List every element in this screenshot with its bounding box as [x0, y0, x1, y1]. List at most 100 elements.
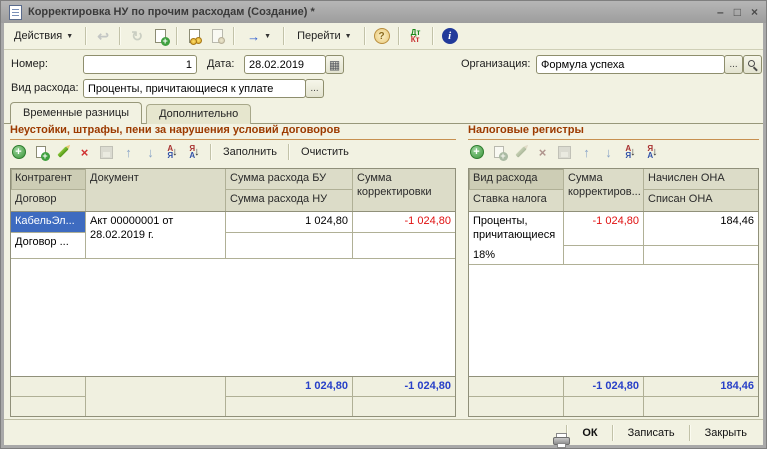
number-input[interactable] — [83, 55, 197, 74]
cell-sum-nu[interactable] — [226, 233, 353, 258]
ok-button[interactable]: ОК — [572, 423, 607, 443]
bottom-button-bar: ОК Записать Закрыть — [4, 419, 763, 448]
print-button[interactable] — [542, 429, 571, 448]
help-button[interactable]: ? — [372, 26, 392, 46]
organization-input[interactable] — [536, 55, 725, 74]
chevron-down-icon: ▼ — [66, 32, 74, 40]
unpost-icon — [211, 29, 225, 44]
date-calendar-button[interactable]: ▦ — [325, 55, 344, 74]
column-header-ona-written-off[interactable]: Списан ОНА — [644, 190, 758, 211]
unpost-document-button — [207, 26, 227, 46]
column-header-sum-correction[interactable]: Сумма корректиров... — [564, 169, 644, 211]
sort-asc-button[interactable]: АЯ ↓ — [164, 144, 181, 161]
pencil-icon — [514, 146, 527, 158]
organization-select-button[interactable]: ... — [724, 55, 743, 74]
column-header-tax-rate[interactable]: Ставка налога — [469, 190, 564, 211]
add-icon: + — [11, 145, 26, 159]
refresh-icon: ↻ — [131, 27, 143, 44]
save-button[interactable]: Записать — [618, 423, 685, 443]
total-sum-correction: -1 024,80 — [353, 377, 455, 397]
column-header-dogovor[interactable]: Договор — [11, 190, 86, 211]
copy-row-button: + — [490, 144, 508, 161]
column-header-sum-bu[interactable]: Сумма расхода БУ — [226, 169, 353, 190]
date-input[interactable] — [244, 55, 326, 74]
cell-dogovor[interactable]: Договор ... — [11, 233, 86, 258]
document-icon — [9, 4, 22, 20]
help-icon: ? — [373, 28, 390, 44]
toolbar-separator — [85, 27, 88, 45]
expense-kind-input[interactable] — [83, 79, 306, 98]
total-sum-bu: 1 024,80 — [226, 377, 353, 397]
description-button[interactable]: i — [440, 26, 460, 46]
expense-kind-label: Вид расхода: — [11, 82, 79, 94]
post-icon — [188, 29, 202, 45]
output-button[interactable]: → ▼ — [241, 26, 277, 47]
sort-asc-button[interactable]: АЯ ↓ — [622, 144, 639, 161]
arrow-down-icon: ↓ — [605, 144, 612, 160]
edit-row-button — [512, 144, 529, 161]
organization-open-button[interactable] — [743, 55, 762, 74]
tab-temporary-differences[interactable]: Временные разницы — [10, 102, 143, 124]
sort-desc-button[interactable]: ЯА ↓ — [644, 144, 661, 161]
move-up-button[interactable]: ↑ — [578, 144, 595, 161]
clear-button[interactable]: Очистить — [297, 144, 353, 160]
arrow-up-icon: ↑ — [125, 144, 132, 160]
chevron-down-icon: ▼ — [264, 32, 272, 40]
sort-desc-button[interactable]: ЯА ↓ — [186, 144, 203, 161]
close-form-button[interactable]: Закрыть — [695, 423, 757, 443]
arrow-up-icon: ↑ — [583, 144, 590, 160]
post-document-button[interactable] — [184, 26, 204, 46]
edit-row-button[interactable] — [54, 144, 71, 161]
cell-tax-rate[interactable]: 18% — [469, 246, 564, 264]
cell-sum-correction[interactable]: -1 024,80 — [564, 212, 644, 246]
fill-button[interactable]: Заполнить — [219, 144, 281, 160]
cell-expense-kind[interactable]: Проценты, причитающиеся ... — [469, 212, 564, 246]
cell-sum-bu[interactable]: 1 024,80 — [226, 212, 353, 233]
cell-document[interactable]: Акт 00000001 от 28.02.2019 г. — [86, 212, 226, 258]
actions-menu-button[interactable]: Действия ▼ — [8, 26, 79, 47]
toolbar-separator — [363, 27, 366, 45]
column-header-sum-correction[interactable]: Сумма корректировки — [353, 169, 455, 211]
move-down-button[interactable]: ↓ — [142, 144, 159, 161]
column-header-contragent[interactable]: Контрагент — [11, 169, 86, 190]
arrow-down-icon: ↓ — [147, 144, 154, 160]
tax-registers-section: Налоговые регистры + + × ↑ ↓ АЯ ↓ ЯА ↓ В… — [468, 124, 759, 417]
tax-registers-title: Налоговые регистры — [468, 124, 759, 140]
close-button[interactable]: × — [751, 6, 758, 18]
tab-strip: Временные разницы Дополнительно — [4, 102, 763, 124]
move-up-button[interactable]: ↑ — [120, 144, 137, 161]
header-fields-row: Номер: Дата: ▦ Организация: ... — [4, 55, 763, 77]
date-label: Дата: — [207, 58, 235, 70]
delete-row-button[interactable]: × — [76, 144, 93, 161]
copy-row-button[interactable]: + — [32, 144, 50, 161]
window-title: Корректировка НУ по прочим расходам (Соз… — [28, 6, 315, 18]
refresh-button: ↻ — [127, 26, 147, 46]
tax-registers-table-totals: -1 024,80 184,46 — [469, 376, 758, 416]
tab-additional[interactable]: Дополнительно — [146, 104, 252, 124]
toolbar-separator — [283, 27, 286, 45]
toolbar-separator — [397, 27, 400, 45]
chevron-down-icon: ▼ — [344, 32, 352, 40]
column-header-ona-accrued[interactable]: Начислен ОНА — [644, 169, 758, 190]
goto-menu-button[interactable]: Перейти ▼ — [291, 26, 358, 47]
button-separator — [611, 424, 614, 441]
column-header-document[interactable]: Документ — [86, 169, 226, 211]
minimize-button[interactable]: – — [717, 6, 724, 18]
add-row-button[interactable]: + — [468, 144, 485, 161]
end-edit-icon — [100, 145, 113, 159]
maximize-button[interactable]: □ — [734, 6, 741, 18]
expense-kind-select-button[interactable]: ... — [305, 79, 324, 98]
penalties-table-body[interactable]: КабельЭл... Акт 00000001 от 28.02.2019 г… — [11, 212, 455, 376]
cell-sum-correction[interactable]: -1 024,80 — [353, 212, 455, 233]
column-header-sum-nu[interactable]: Сумма расхода НУ — [226, 190, 353, 211]
tax-registers-table-body[interactable]: Проценты, причитающиеся ... -1 024,80 18… — [469, 212, 758, 376]
column-header-expense-kind[interactable]: Вид расхода — [469, 169, 564, 190]
cell-contragent[interactable]: КабельЭл... — [11, 212, 86, 233]
move-down-button[interactable]: ↓ — [600, 144, 617, 161]
dtkt-button[interactable]: Дт Кт — [406, 26, 426, 46]
add-icon: + — [469, 145, 484, 159]
copy-document-button[interactable]: + — [150, 26, 170, 46]
add-row-button[interactable]: + — [10, 144, 27, 161]
cell-ona-accrued[interactable]: 184,46 — [644, 212, 758, 246]
delete-icon: × — [538, 144, 547, 160]
